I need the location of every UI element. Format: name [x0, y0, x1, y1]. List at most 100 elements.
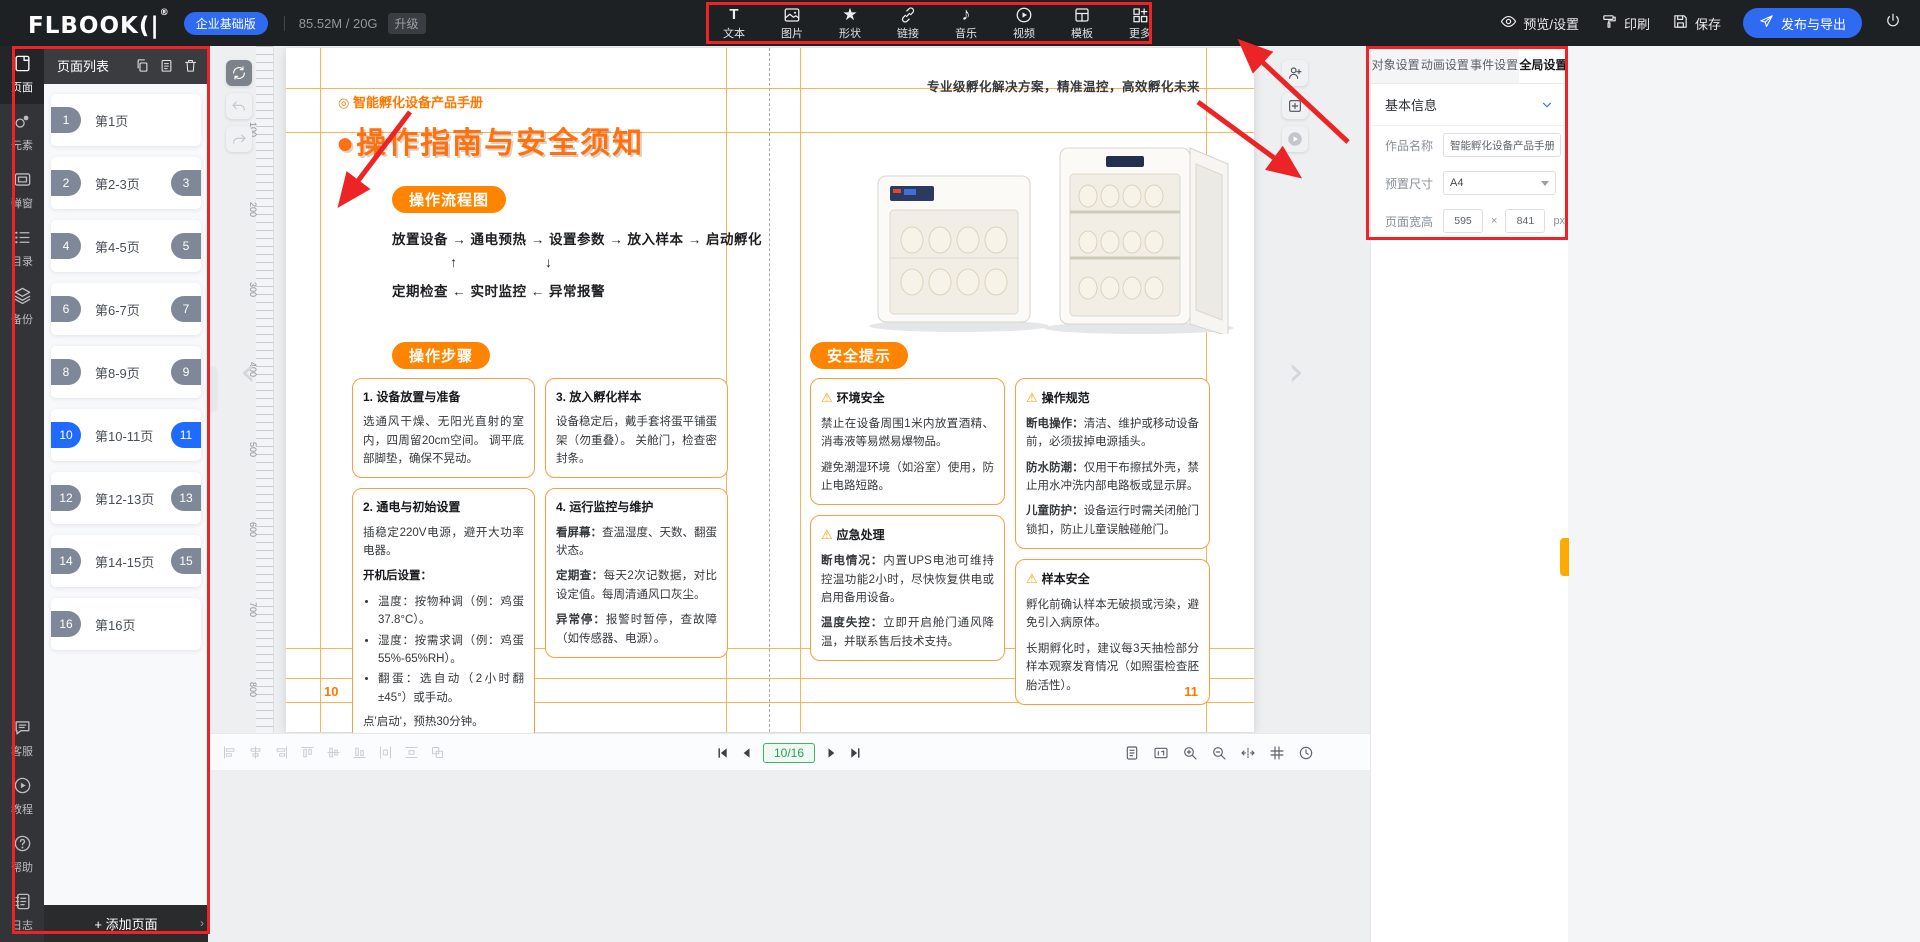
page-header-right[interactable]: 专业级孵化解决方案，精准温控，高效孵化未来	[927, 76, 1200, 95]
page-row-4-5[interactable]: 4 第4-5页 5	[51, 220, 201, 272]
steps-badge[interactable]: 操作步骤	[392, 342, 490, 369]
next-page-button[interactable]	[825, 746, 839, 760]
tab-event-settings[interactable]: 事件设置	[1470, 46, 1519, 83]
equal-size-icon[interactable]	[430, 745, 445, 760]
distribute-v-icon[interactable]	[404, 745, 419, 760]
print-button[interactable]: 印刷	[1601, 13, 1650, 33]
page-row-14-15[interactable]: 14 第14-15页 15	[51, 535, 201, 587]
grid-icon[interactable]	[1269, 745, 1285, 761]
flbook-logo[interactable]: FLBOOK(|®	[28, 8, 170, 39]
preview-settings-button[interactable]: 预览/设置	[1500, 13, 1579, 33]
history-icon[interactable]	[1298, 745, 1314, 761]
zoom-out-icon[interactable]	[1211, 745, 1227, 761]
sidebar-item-toc[interactable]: 目录	[0, 220, 44, 278]
page-spread[interactable]: ◎ 智能孵化设备产品手册 ●操作指南与安全须知 操作流程图 放置设备 → 通电预…	[286, 48, 1254, 732]
basic-info-section[interactable]: 基本信息	[1371, 84, 1568, 126]
vertical-ruler: 100 200 300 400 500 600 700 800	[256, 46, 274, 734]
fit-width-icon[interactable]	[1240, 745, 1256, 761]
sidebar-item-support[interactable]: 客服	[0, 710, 44, 768]
paste-page-icon[interactable]	[159, 58, 174, 73]
publish-export-button[interactable]: 发布与导出	[1743, 8, 1862, 38]
page-row-10-11-selected[interactable]: 10 第10-11页 11	[51, 409, 201, 461]
page-row-16[interactable]: 16 第16页	[51, 598, 201, 650]
add-collaborator-button[interactable]	[1282, 60, 1308, 86]
power-exit-icon[interactable]	[1884, 12, 1902, 35]
tool-music[interactable]: ♪ 音乐	[944, 6, 988, 41]
safety-card-emergency[interactable]: ⚠应急处理 断电情况：内置UPS电池可维持控温功能2小时，尽快恢复供电或启用备用…	[810, 515, 1005, 661]
sidebar-item-pages[interactable]: 页面	[0, 46, 44, 104]
distribute-h-icon[interactable]	[378, 745, 393, 760]
safety-card-operation[interactable]: ⚠操作规范 断电操作：清洁、维护或移动设备前，必须拔掉电源插头。 防水防潮：仅用…	[1015, 378, 1210, 549]
work-name-input[interactable]	[1443, 133, 1561, 157]
page-row-12-13[interactable]: 12 第12-13页 13	[51, 472, 201, 524]
page-row-6-7[interactable]: 6 第6-7页 7	[51, 283, 201, 335]
page-height-input[interactable]	[1505, 209, 1545, 233]
times-symbol: ×	[1491, 215, 1497, 227]
auto-fit-button[interactable]	[226, 60, 252, 86]
flow-line-1[interactable]: 放置设备 → 通电预热 → 设置参数 → 放入样本 → 启动孵化	[392, 228, 762, 248]
chevron-down-icon[interactable]	[1540, 98, 1554, 112]
align-right-icon[interactable]	[274, 745, 289, 760]
add-page-button[interactable]: + 添加页面 ›	[44, 905, 208, 942]
sidebar-item-popup[interactable]: 弹窗	[0, 162, 44, 220]
last-page-button[interactable]	[849, 746, 863, 760]
tab-object-settings[interactable]: 对象设置	[1371, 46, 1420, 83]
flow-line-2[interactable]: 定期检查 ← 实时监控 ← 异常报警	[392, 280, 605, 300]
page-row-1[interactable]: 1 第1页	[51, 94, 201, 146]
safety-badge[interactable]: 安全提示	[810, 342, 908, 369]
tool-text[interactable]: T 文本	[712, 6, 756, 41]
sidebar-item-help[interactable]: 帮助	[0, 826, 44, 884]
align-center-h-icon[interactable]	[248, 745, 263, 760]
tool-video[interactable]: 视频	[1002, 6, 1046, 41]
add-widget-button[interactable]	[1282, 93, 1308, 119]
step-card-2[interactable]: 2. 通电与初始设置 插稳定220V电源，避开大功率电器。 开机后设置： 温度：…	[352, 488, 535, 741]
copy-page-icon[interactable]	[135, 58, 150, 73]
save-button[interactable]: 保存	[1672, 13, 1721, 33]
page-title[interactable]: ●操作指南与安全须知	[336, 118, 644, 162]
tool-more[interactable]: 更多	[1118, 6, 1162, 41]
actual-size-icon[interactable]	[1153, 745, 1169, 761]
align-bottom-icon[interactable]	[352, 745, 367, 760]
tool-shape[interactable]: ★ 形状	[828, 6, 872, 41]
page-row-2-3[interactable]: 2 第2-3页 3	[51, 157, 201, 209]
undo-button[interactable]	[226, 93, 252, 119]
tool-link[interactable]: 链接	[886, 6, 930, 41]
plan-badge[interactable]: 企业基础版	[184, 12, 268, 35]
tool-template[interactable]: 模板	[1060, 6, 1104, 41]
prev-page-button[interactable]	[739, 746, 753, 760]
next-spread-chevron[interactable]: ›	[1288, 352, 1304, 392]
sidebar-item-tutorial[interactable]: 教程	[0, 768, 44, 826]
step-card-1[interactable]: 1. 设备放置与准备 选通风干燥、无阳光直射的室内，四周留20cm空间。 调平底…	[352, 378, 535, 478]
step-card-3[interactable]: 3. 放入孵化样本 设备稳定后，戴手套将蛋平铺蛋架（勿重叠）。 关舱门，检查密封…	[545, 378, 728, 478]
zoom-in-icon[interactable]	[1182, 745, 1198, 761]
first-page-button[interactable]	[715, 746, 729, 760]
redo-button[interactable]	[226, 126, 252, 152]
preset-size-row: 预置尺寸 A4	[1371, 164, 1568, 202]
tool-image[interactable]: 图片	[770, 6, 814, 41]
preset-size-select[interactable]: A4	[1443, 171, 1556, 195]
page-width-input[interactable]	[1443, 209, 1483, 233]
page-row-8-9[interactable]: 8 第8-9页 9	[51, 346, 201, 398]
side-tab-handle[interactable]	[1560, 538, 1569, 576]
delete-page-icon[interactable]	[183, 58, 198, 73]
page-header-left[interactable]: ◎ 智能孵化设备产品手册	[338, 92, 483, 111]
play-preview-button[interactable]	[1282, 126, 1308, 152]
safety-card-sample[interactable]: ⚠样本安全 孵化前确认样本无破损或污染，避免引入病原体。 长期孵化时，建议每3天…	[1015, 559, 1210, 705]
single-page-view-icon[interactable]	[1124, 745, 1140, 761]
step-card-4[interactable]: 4. 运行监控与维护 看屏幕：查温湿度、天数、翻蛋状态。 定期查：每天2次记数据…	[545, 488, 728, 658]
prev-spread-chevron[interactable]: ‹	[240, 352, 256, 392]
sidebar-item-elements[interactable]: 元素	[0, 104, 44, 162]
sidebar-item-backup[interactable]: 备份	[0, 278, 44, 336]
align-middle-v-icon[interactable]	[326, 745, 341, 760]
sidebar-item-log[interactable]: 日志	[0, 884, 44, 942]
page-indicator[interactable]: 10/16	[763, 743, 815, 763]
incubator-product-image[interactable]	[864, 130, 1240, 334]
collapse-page-list-handle[interactable]	[208, 366, 218, 412]
safety-card-environment[interactable]: ⚠环境安全 禁止在设备周围1米内放置酒精、消毒液等易燃易爆物品。 避免潮湿环境（…	[810, 378, 1005, 505]
tab-global-settings[interactable]: 全局设置	[1519, 46, 1568, 83]
upgrade-button[interactable]: 升级	[388, 13, 426, 34]
tab-animation-settings[interactable]: 动画设置	[1420, 46, 1469, 83]
align-top-icon[interactable]	[300, 745, 315, 760]
align-left-icon[interactable]	[222, 745, 237, 760]
flow-badge[interactable]: 操作流程图	[392, 186, 506, 213]
